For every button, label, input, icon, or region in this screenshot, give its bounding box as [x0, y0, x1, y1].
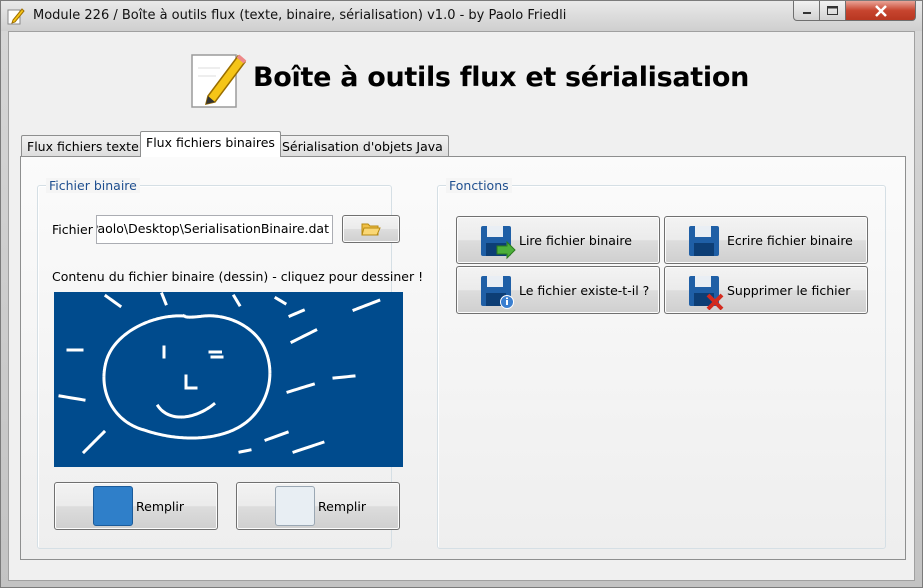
- file-path-input[interactable]: \Paolo\Desktop\SerialisationBinaire.dat: [96, 215, 333, 244]
- group-title-functions: Fonctions: [446, 178, 512, 193]
- tab-java-serialization[interactable]: Sérialisation d'objets Java: [276, 135, 449, 157]
- close-icon: [874, 4, 887, 17]
- window-title: Module 226 / Boîte à outils flux (texte,…: [33, 8, 567, 23]
- delete-file-label: Supprimer le fichier: [727, 282, 851, 298]
- fill-button-label: Remplir: [318, 498, 367, 514]
- title-bar[interactable]: Module 226 / Boîte à outils flux (texte,…: [1, 1, 922, 31]
- minimize-button[interactable]: [793, 1, 820, 21]
- write-file-button[interactable]: Ecrire fichier binaire: [664, 216, 868, 264]
- drawing-canvas[interactable]: [54, 292, 403, 467]
- floppy-write-icon: [689, 226, 719, 256]
- folder-open-icon: [361, 223, 381, 235]
- tab-text-files[interactable]: Flux fichiers texte: [21, 135, 145, 157]
- floppy-info-icon: [481, 276, 514, 309]
- floppy-delete-icon: [689, 276, 724, 310]
- notepad-pencil-icon: [7, 8, 25, 25]
- color-swatch-light: [275, 486, 315, 526]
- write-file-label: Ecrire fichier binaire: [727, 232, 853, 248]
- drawing-strokes: [58, 292, 382, 455]
- browse-button[interactable]: [342, 215, 400, 243]
- fill-color-button-1[interactable]: Remplir: [54, 482, 218, 530]
- minimize-icon: [802, 11, 811, 14]
- color-swatch-blue: [93, 486, 133, 526]
- file-label: Fichier: [52, 222, 93, 237]
- file-exists-button[interactable]: Le fichier existe-t-il ?: [456, 266, 660, 314]
- fill-color-button-2[interactable]: Remplir: [236, 482, 400, 530]
- fill-button-label: Remplir: [136, 498, 185, 514]
- maximize-icon: [827, 6, 838, 15]
- read-file-button[interactable]: Lire fichier binaire: [456, 216, 660, 264]
- app-window: Module 226 / Boîte à outils flux (texte,…: [0, 0, 923, 588]
- maximize-button[interactable]: [819, 1, 846, 21]
- group-title-binary-file: Fichier binaire: [46, 178, 140, 193]
- tab-binary-files[interactable]: Flux fichiers binaires: [140, 131, 281, 157]
- close-button[interactable]: [845, 1, 916, 21]
- notepad-pencil-icon: [191, 54, 247, 108]
- floppy-read-icon: [481, 226, 516, 260]
- delete-file-button[interactable]: Supprimer le fichier: [664, 266, 868, 314]
- file-path-value: \Paolo\Desktop\SerialisationBinaire.dat: [96, 221, 329, 236]
- page-title: Boîte à outils flux et sérialisation: [253, 62, 750, 93]
- file-exists-label: Le fichier existe-t-il ?: [519, 282, 650, 298]
- read-file-label: Lire fichier binaire: [519, 232, 632, 248]
- content-label: Contenu du fichier binaire (dessin) - cl…: [52, 269, 424, 284]
